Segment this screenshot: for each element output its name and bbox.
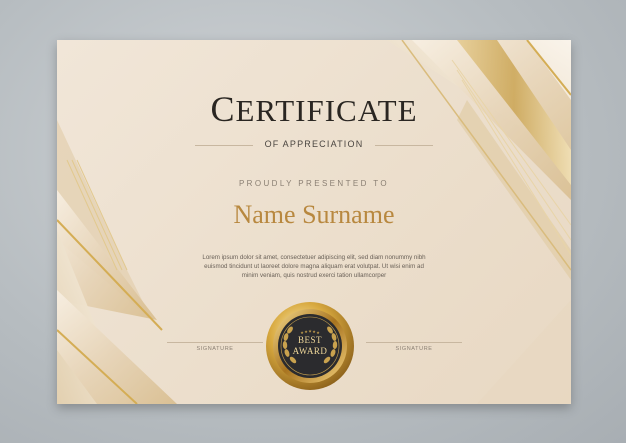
signature-label-left: SIGNATURE	[196, 346, 234, 352]
signature-line-right	[366, 342, 462, 343]
badge-text-line-2: AWARD	[292, 346, 328, 356]
title-rest: ERTIFICATE	[235, 93, 418, 128]
signature-label-right: SIGNATURE	[395, 346, 433, 352]
body-line: euismod tincidunt ut laoreet dolore magn…	[204, 263, 424, 271]
subtitle-line-right	[375, 145, 433, 146]
certificate-body: Lorem ipsum dolor sit amet, consectetuer…	[193, 253, 435, 281]
body-line: minim veniam, quis nostrud exerci tation…	[241, 272, 387, 280]
certificate-card: CERTIFICATE OF APPRECIATION PROUDLY PRES…	[57, 40, 571, 404]
badge-text-line-1: BEST	[297, 335, 322, 345]
signature-line-left	[167, 342, 263, 343]
title-initial: C	[210, 89, 236, 129]
recipient-name: Name Surname	[233, 200, 395, 229]
presented-to-label: PROUDLY PRESENTED TO	[238, 179, 390, 188]
body-line: Lorem ipsum dolor sit amet, consectetuer…	[202, 254, 426, 261]
certificate-subtitle: OF APPRECIATION	[264, 139, 364, 149]
certificate-title: CERTIFICATE	[57, 88, 571, 130]
